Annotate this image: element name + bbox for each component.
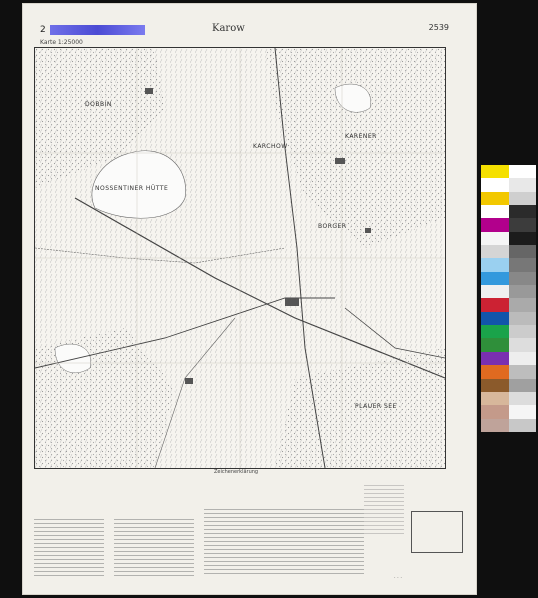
gray-swatch bbox=[508, 418, 536, 432]
gray-swatch bbox=[508, 351, 536, 366]
color-swatch bbox=[481, 418, 509, 432]
color-calibration-chart bbox=[481, 165, 536, 432]
gray-swatch bbox=[508, 325, 536, 339]
gray-swatch bbox=[508, 191, 536, 206]
color-swatch bbox=[481, 311, 509, 326]
gray-swatch bbox=[508, 391, 536, 406]
color-swatch bbox=[481, 378, 509, 392]
gray-swatch bbox=[508, 258, 536, 272]
color-swatch bbox=[481, 365, 509, 379]
legend-column-3 bbox=[204, 509, 364, 574]
color-swatch bbox=[481, 205, 509, 219]
index-map-inset bbox=[411, 511, 463, 553]
sheet-number-prefix: 2 bbox=[40, 25, 46, 35]
gray-swatch bbox=[508, 285, 536, 299]
gray-swatch bbox=[508, 338, 536, 352]
color-swatch-column bbox=[481, 165, 509, 432]
map-title: Karow bbox=[212, 23, 245, 34]
color-swatch bbox=[481, 325, 509, 339]
gray-swatch bbox=[508, 218, 536, 232]
color-swatch bbox=[481, 271, 509, 286]
gray-swatch bbox=[508, 378, 536, 392]
color-swatch bbox=[481, 258, 509, 272]
legend-title: Zeichenerklärung bbox=[214, 469, 259, 475]
map-sheet: 2 Karow 2539 Karte 1:25000 DOBBIN KARCHO… bbox=[22, 3, 477, 595]
map-subtitle: Karte 1:25000 bbox=[40, 39, 83, 46]
color-swatch bbox=[481, 191, 509, 206]
legend-column-2 bbox=[114, 519, 194, 579]
map-label-borger: BORGER bbox=[318, 223, 347, 230]
color-swatch bbox=[481, 351, 509, 366]
gray-swatch bbox=[508, 311, 536, 326]
legend-emblem bbox=[364, 485, 404, 535]
map-label-plauer-see: PLAUER SEE bbox=[355, 403, 397, 410]
redacted-label bbox=[50, 25, 145, 35]
gray-swatch bbox=[508, 165, 536, 179]
color-swatch bbox=[481, 298, 509, 312]
gray-swatch bbox=[508, 231, 536, 246]
gray-swatch bbox=[508, 405, 536, 419]
gray-swatch bbox=[508, 205, 536, 219]
legend-column-1 bbox=[34, 519, 104, 579]
color-swatch bbox=[481, 178, 509, 192]
gray-swatch bbox=[508, 365, 536, 379]
topographic-map[interactable]: DOBBIN KARCHOW NOSSENTINER HÜTTE BORGER … bbox=[34, 47, 446, 469]
gray-swatch bbox=[508, 271, 536, 286]
color-swatch bbox=[481, 245, 509, 259]
sheet-number: 2539 bbox=[428, 23, 449, 32]
gray-swatch-column bbox=[508, 165, 536, 432]
gray-swatch bbox=[508, 178, 536, 192]
map-label-karener: KARENER bbox=[345, 133, 377, 140]
color-swatch bbox=[481, 405, 509, 419]
map-label-karchow: KARCHOW bbox=[253, 143, 288, 150]
color-swatch bbox=[481, 285, 509, 299]
color-swatch bbox=[481, 165, 509, 179]
gray-swatch bbox=[508, 298, 536, 312]
legend: Zeichenerklärung bbox=[34, 469, 469, 589]
color-swatch bbox=[481, 218, 509, 232]
map-drawing: DOBBIN KARCHOW NOSSENTINER HÜTTE BORGER … bbox=[35, 48, 445, 468]
color-swatch bbox=[481, 391, 509, 406]
archive-stamp: · · · bbox=[394, 575, 402, 581]
map-label-nossentiner: NOSSENTINER HÜTTE bbox=[95, 185, 168, 192]
map-label-dobbin: DOBBIN bbox=[85, 101, 112, 108]
color-swatch bbox=[481, 231, 509, 246]
color-swatch bbox=[481, 338, 509, 352]
gray-swatch bbox=[508, 245, 536, 259]
